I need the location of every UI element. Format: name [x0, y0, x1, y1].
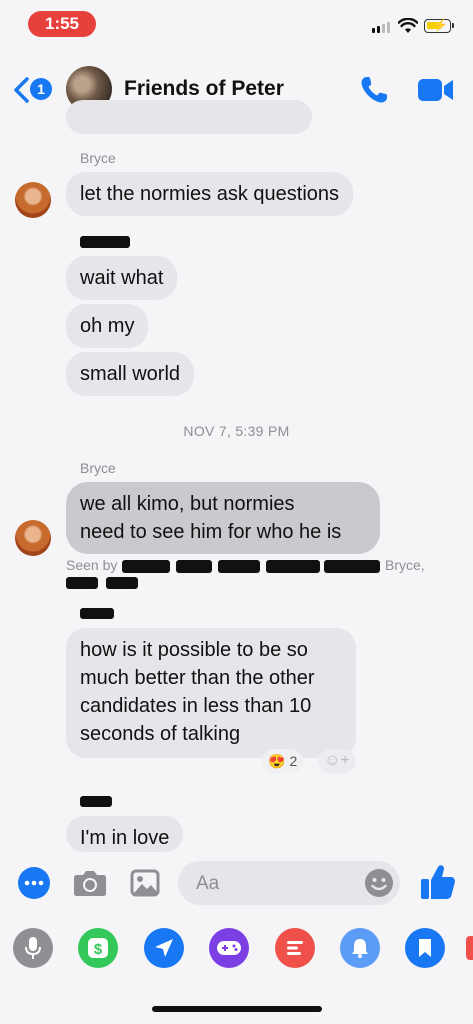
conversation-title[interactable]: Friends of Peter: [124, 77, 284, 101]
status-bar: 1:55 ⚡: [0, 0, 473, 46]
app-drawer-overflow-edge: [466, 936, 473, 960]
microphone-icon: [25, 937, 41, 959]
message-bubble[interactable]: oh my: [66, 304, 149, 348]
message-line: we all kimo, but normies: [80, 493, 295, 515]
camera-icon[interactable]: [73, 869, 107, 897]
home-indicator: [152, 1006, 322, 1012]
message-bubble-partial[interactable]: [66, 100, 312, 134]
avatar-bryce[interactable]: [15, 520, 51, 556]
redacted-sender-name: [80, 796, 112, 807]
message-line: much better than the other: [80, 667, 315, 689]
svg-text:$: $: [94, 941, 103, 958]
send-location-app-button[interactable]: [144, 928, 184, 968]
video-call-icon[interactable]: [417, 77, 455, 103]
poll-app-button[interactable]: [275, 928, 315, 968]
notification-bell-icon: [352, 939, 368, 958]
unread-count-badge[interactable]: 1: [30, 78, 52, 100]
message-line: need to see him for who he is: [80, 521, 342, 543]
message-bubble[interactable]: I'm in love: [66, 816, 184, 852]
message-input-placeholder: Aa: [196, 873, 220, 894]
redacted-seen-name: [122, 560, 170, 573]
cellular-signal-icon: [372, 22, 390, 33]
battery-charging-icon: ⚡: [424, 18, 454, 33]
avatar-bryce[interactable]: [15, 182, 51, 218]
bookmark-app-button[interactable]: [405, 928, 445, 968]
microphone-app-button[interactable]: [13, 928, 53, 968]
games-app-button[interactable]: [209, 928, 249, 968]
message-bubble[interactable]: let the normies ask questions: [66, 172, 354, 216]
message-bubble-selected[interactable]: we all kimo, but normies need to see him…: [66, 482, 380, 554]
sender-name: Bryce: [80, 460, 116, 476]
thumbs-up-icon[interactable]: [420, 863, 456, 901]
redacted-seen-name: [106, 577, 138, 589]
message-input[interactable]: Aa: [178, 861, 400, 905]
message-line: candidates in less than 10: [80, 695, 312, 717]
app-drawer: $: [0, 920, 473, 978]
thread-timestamp: NOV 7, 5:39 PM: [183, 423, 290, 439]
phone-call-icon[interactable]: [358, 74, 390, 106]
games-icon: [217, 941, 241, 955]
bookmark-icon: [419, 939, 431, 957]
emoji-icon[interactable]: [364, 868, 394, 898]
send-location-icon: [155, 939, 173, 957]
message-bubble[interactable]: how is it possible to be so much better …: [66, 628, 356, 758]
message-bubble[interactable]: small world: [66, 352, 195, 396]
status-time: 1:55: [28, 11, 96, 37]
photo-gallery-icon[interactable]: [130, 869, 160, 897]
redacted-sender-name: [80, 608, 114, 619]
redacted-seen-name: [218, 560, 260, 573]
message-line: seconds of talking: [80, 723, 241, 745]
redacted-seen-name: [266, 560, 320, 573]
sender-name: Bryce: [80, 150, 116, 166]
add-reaction-button[interactable]: ☺+: [318, 749, 356, 773]
seen-by-label: Seen by: [66, 557, 118, 573]
notification-app-button[interactable]: [340, 928, 380, 968]
redacted-seen-name: [66, 577, 98, 589]
back-chevron-icon[interactable]: [12, 76, 32, 104]
seen-by-name: Bryce,: [385, 557, 425, 573]
reaction-summary[interactable]: 😍 2: [262, 749, 304, 773]
reaction-count: 2: [289, 753, 298, 769]
more-dots-icon: [24, 880, 44, 886]
redacted-seen-name: [176, 560, 212, 573]
more-options-button[interactable]: [18, 867, 50, 899]
heart-eyes-emoji-icon: 😍: [268, 752, 286, 769]
message-composer: Aa: [0, 853, 473, 913]
redacted-sender-name: [80, 236, 130, 248]
seen-by-receipt: Seen by: [66, 557, 117, 573]
cash-app-button[interactable]: $: [78, 928, 118, 968]
cash-icon: $: [88, 938, 108, 958]
message-bubble[interactable]: wait what: [66, 256, 178, 300]
wifi-icon: [398, 18, 418, 33]
redacted-seen-name: [324, 560, 380, 573]
message-line: how is it possible to be so: [80, 639, 308, 661]
poll-icon: [287, 941, 303, 955]
